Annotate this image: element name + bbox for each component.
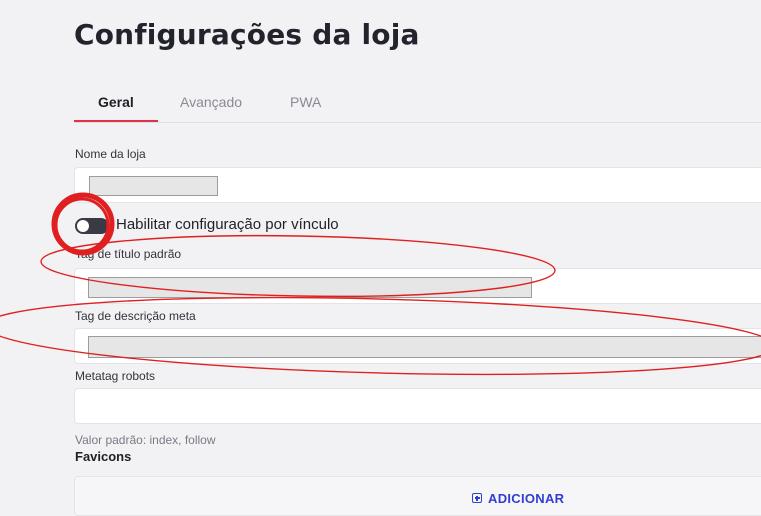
page-title: Configurações da loja <box>74 18 420 51</box>
tab-geral[interactable]: Geral <box>98 94 134 110</box>
tab-pwa[interactable]: PWA <box>290 94 321 110</box>
link-config-toggle[interactable] <box>75 218 109 234</box>
title-tag-label: Tag de título padrão <box>75 247 182 261</box>
plus-square-icon <box>472 493 482 503</box>
robots-label: Metatag robots <box>75 369 156 383</box>
active-tab-indicator <box>74 120 158 122</box>
store-name-label: Nome da loja <box>75 147 146 161</box>
meta-description-label: Tag de descrição meta <box>75 309 196 323</box>
store-name-redacted-value <box>89 176 218 196</box>
add-favicon-button[interactable]: ADICIONAR <box>472 489 564 507</box>
favicon-upload-area <box>74 476 761 516</box>
link-config-toggle-label: Habilitar configuração por vínculo <box>116 216 339 233</box>
tab-bar: Geral Avançado PWA <box>74 90 761 123</box>
add-favicon-label: ADICIONAR <box>488 490 565 506</box>
meta-description-redacted-value <box>88 336 761 358</box>
tab-avancado[interactable]: Avançado <box>180 94 242 110</box>
robots-field[interactable] <box>74 388 761 424</box>
toggle-knob <box>77 220 89 232</box>
robots-hint: Valor padrão: index, follow <box>75 433 216 447</box>
title-tag-redacted-value <box>88 277 532 298</box>
favicons-section-title: Favicons <box>75 449 132 464</box>
